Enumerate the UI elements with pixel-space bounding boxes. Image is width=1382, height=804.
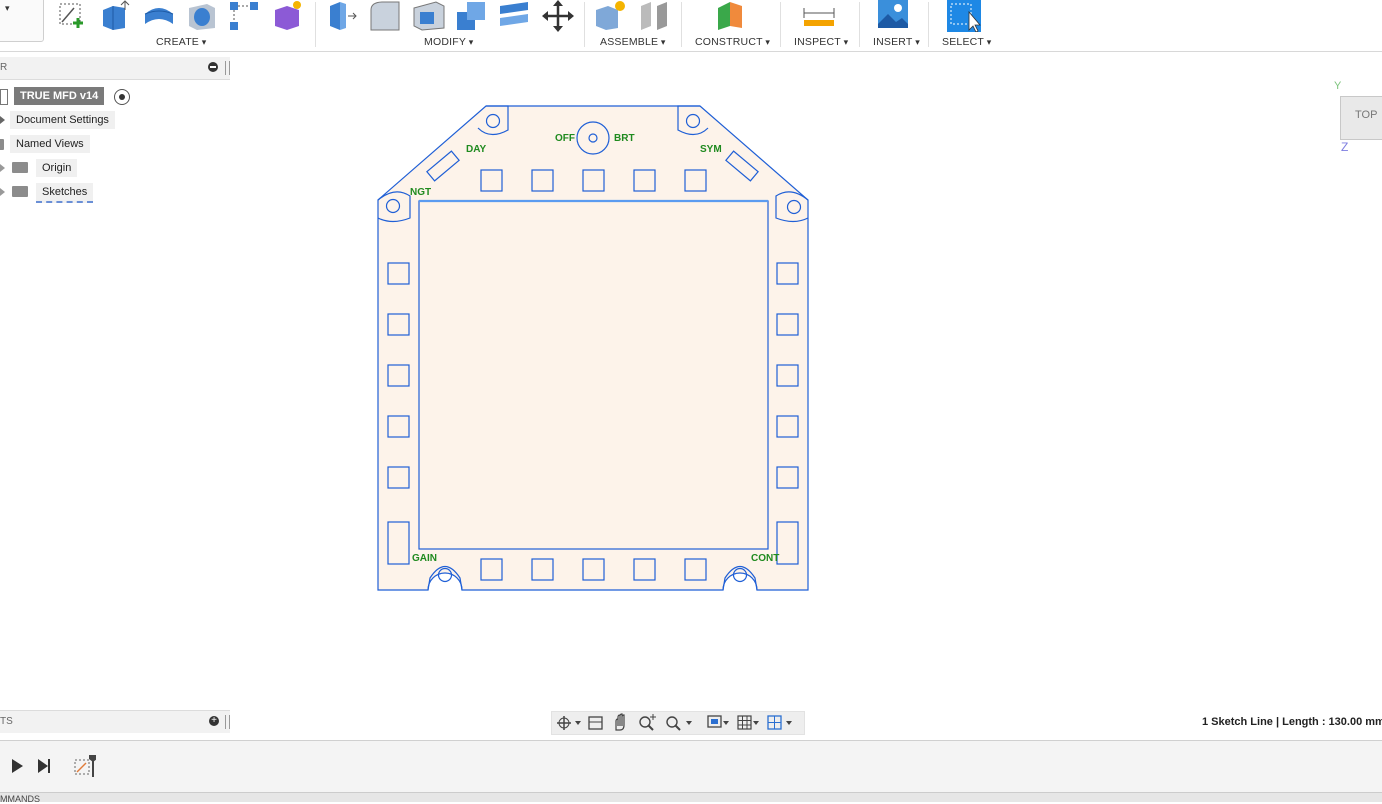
fit-icon[interactable]: [666, 716, 692, 731]
label-cont: CONT: [751, 553, 779, 564]
label-brt: BRT: [614, 133, 635, 144]
axis-y-label: Y: [1334, 80, 1342, 92]
panel-grip-icon[interactable]: [225, 715, 230, 729]
label-ngt: NGT: [410, 187, 431, 198]
navigation-bar: [551, 711, 805, 735]
viewports-icon[interactable]: [767, 715, 792, 730]
label-off: OFF: [555, 133, 575, 144]
design-canvas[interactable]: OFF BRT DAY SYM NGT GAIN CONT: [0, 0, 1382, 801]
mfd-sketch[interactable]: [377, 105, 809, 591]
add-comment-icon[interactable]: +: [209, 716, 219, 726]
timeline-sketch-feature-icon[interactable]: [74, 755, 96, 777]
timeline: [0, 740, 1382, 793]
display-screen: [418, 200, 769, 550]
view-cube-face[interactable]: TOP: [1355, 109, 1377, 121]
selection-status: 1 Sketch Line | Length : 130.00 mm: [1202, 716, 1382, 728]
play-icon[interactable]: [12, 759, 23, 773]
comments-title: TS: [0, 716, 13, 727]
grid-settings-icon[interactable]: [737, 715, 759, 730]
orbit-icon[interactable]: [557, 716, 581, 730]
label-day: DAY: [466, 144, 487, 155]
go-to-end-icon[interactable]: [38, 759, 50, 773]
label-gain: GAIN: [412, 553, 437, 564]
pan-icon[interactable]: [615, 713, 625, 731]
look-at-icon[interactable]: [588, 716, 603, 730]
zoom-icon[interactable]: [639, 714, 656, 731]
display-settings-icon[interactable]: [707, 715, 729, 728]
text-commands-label: MMANDS: [0, 794, 40, 804]
view-cube[interactable]: TOP: [1340, 96, 1382, 140]
comments-panel-header: TS +: [0, 710, 230, 733]
axis-z-label: Z: [1341, 140, 1349, 154]
label-sym: SYM: [700, 144, 722, 155]
